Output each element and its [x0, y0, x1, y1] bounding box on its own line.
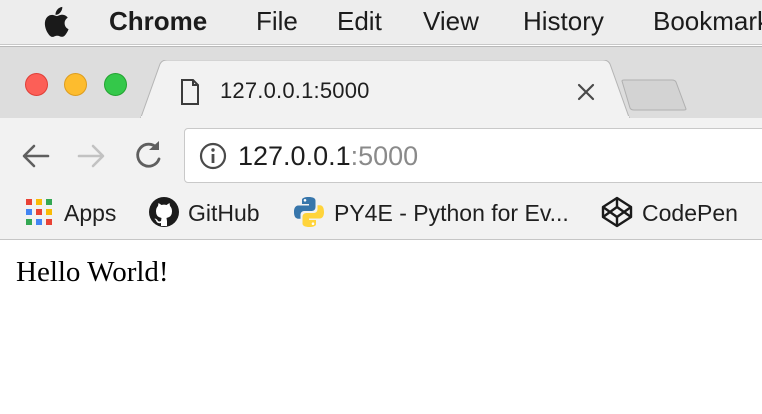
bookmark-apps[interactable]: Apps	[64, 200, 116, 227]
apple-icon[interactable]	[40, 6, 70, 38]
new-tab-button[interactable]	[620, 79, 688, 111]
menu-view[interactable]: View	[423, 6, 479, 37]
browser-window: Chrome File Edit View History Bookmarks …	[0, 0, 762, 414]
menu-bar: Chrome File Edit View History Bookmarks	[0, 0, 762, 45]
menu-app-name[interactable]: Chrome	[109, 6, 207, 37]
url-port: :5000	[350, 141, 419, 171]
page-icon	[181, 79, 199, 105]
menu-file[interactable]: File	[256, 6, 298, 37]
url-host: 127.0.0.1	[238, 141, 351, 171]
page-heading: Hello World!	[16, 256, 169, 288]
bookmark-py4e[interactable]: PY4E - Python for Ev...	[334, 200, 569, 227]
forward-icon[interactable]	[74, 139, 108, 173]
back-icon[interactable]	[19, 139, 53, 173]
zoom-window-button[interactable]	[104, 73, 127, 96]
reload-icon[interactable]	[131, 139, 165, 173]
menu-bookmarks[interactable]: Bookmarks	[653, 6, 762, 37]
apps-grid-icon	[26, 199, 52, 225]
close-window-button[interactable]	[25, 73, 48, 96]
menu-edit[interactable]: Edit	[337, 6, 382, 37]
github-icon	[149, 197, 179, 227]
tab-active[interactable]	[140, 60, 630, 120]
codepen-icon	[601, 196, 633, 228]
url-text[interactable]: 127.0.0.1:5000	[238, 141, 418, 172]
bookmark-github[interactable]: GitHub	[188, 200, 260, 227]
menu-history[interactable]: History	[523, 6, 604, 37]
close-tab-icon[interactable]	[576, 82, 596, 102]
tab-title: 127.0.0.1:5000	[220, 78, 370, 103]
minimize-window-button[interactable]	[64, 73, 87, 96]
info-icon[interactable]	[199, 142, 227, 170]
python-icon	[294, 197, 324, 227]
bookmark-codepen[interactable]: CodePen	[642, 200, 738, 227]
